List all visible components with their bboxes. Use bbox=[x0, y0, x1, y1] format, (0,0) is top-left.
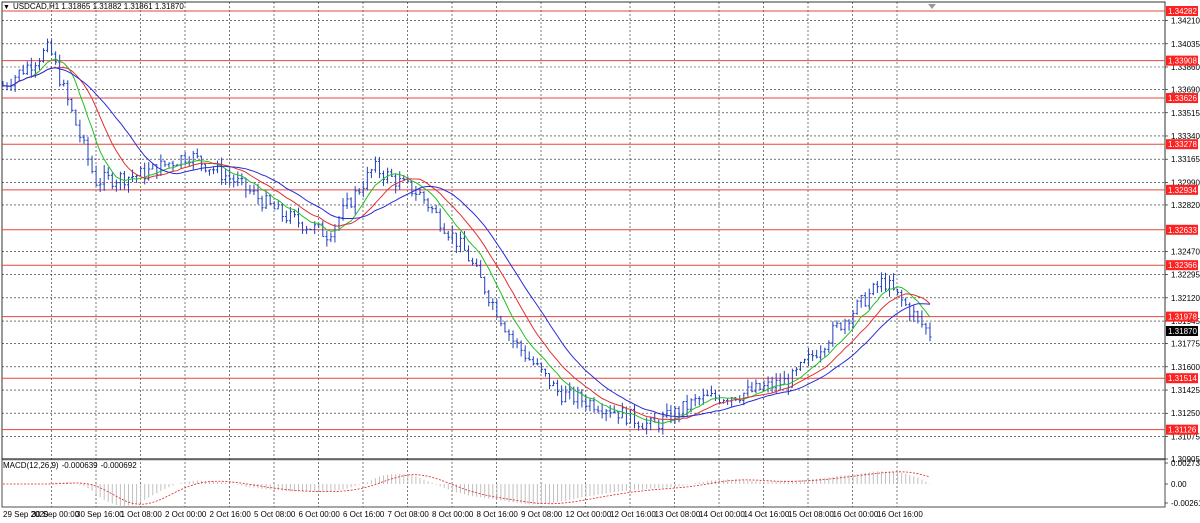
price-axis-label: 1.33515 bbox=[1171, 109, 1200, 118]
time-axis-label: 14 Oct 16:00 bbox=[744, 510, 790, 519]
price-axis-label: 1.34035 bbox=[1171, 40, 1200, 49]
macd-histogram bbox=[51, 471, 931, 506]
time-axis-label: 12 Oct 16:00 bbox=[610, 510, 656, 519]
time-axis-label: 6 Oct 00:00 bbox=[299, 510, 341, 519]
level-price-text: 1.31978 bbox=[1168, 313, 1197, 322]
macd-axis-label: -0.002612 bbox=[1171, 499, 1200, 508]
level-price-text: 1.33626 bbox=[1168, 94, 1197, 103]
time-axis-label: 12 Oct 00:00 bbox=[566, 510, 612, 519]
time-axis-label: 16 Oct 16:00 bbox=[877, 510, 923, 519]
price-axis-label: 1.31600 bbox=[1171, 363, 1200, 372]
level-price-text: 1.33908 bbox=[1168, 57, 1197, 66]
time-axis-label: 9 Oct 08:00 bbox=[521, 510, 563, 519]
time-axis-label: 8 Oct 16:00 bbox=[477, 510, 519, 519]
price-axis-label: 1.31425 bbox=[1171, 386, 1200, 395]
time-axis-label: 15 Oct 08:00 bbox=[788, 510, 834, 519]
time-axis-label: 2 Oct 00:00 bbox=[165, 510, 207, 519]
time-axis-label: 1 Oct 08:00 bbox=[121, 510, 163, 519]
current-price-text: 1.31870 bbox=[1168, 327, 1197, 336]
price-axis-label: 1.32470 bbox=[1171, 247, 1200, 256]
price-chart[interactable]: 29 Sep 202030 Sep 00:0030 Sep 16:001 Oct… bbox=[0, 0, 1200, 523]
level-price-text: 1.32366 bbox=[1168, 261, 1197, 270]
time-axis-label: 8 Oct 00:00 bbox=[432, 510, 474, 519]
level-price-text: 1.34282 bbox=[1168, 7, 1197, 16]
price-axis-label: 1.31250 bbox=[1171, 409, 1200, 418]
time-axis-label: 30 Sep 16:00 bbox=[76, 510, 124, 519]
time-axis-label: 30 Sep 00:00 bbox=[32, 510, 80, 519]
price-axis-label: 1.32295 bbox=[1171, 271, 1200, 280]
price-axis-label: 1.32820 bbox=[1171, 201, 1200, 210]
level-price-text: 1.33278 bbox=[1168, 140, 1197, 149]
macd-signal-line bbox=[3, 471, 931, 505]
price-axis-label: 1.33165 bbox=[1171, 155, 1200, 164]
level-price-text: 1.32934 bbox=[1168, 186, 1197, 195]
time-axis-label: 2 Oct 16:00 bbox=[210, 510, 252, 519]
chart-frame bbox=[1, 1, 1166, 508]
time-axis-label: 6 Oct 16:00 bbox=[343, 510, 385, 519]
price-axis-label: 1.34210 bbox=[1171, 17, 1200, 26]
price-axis-label: 1.32120 bbox=[1171, 294, 1200, 303]
shift-marker-icon bbox=[928, 4, 936, 9]
level-price-text: 1.32633 bbox=[1168, 226, 1197, 235]
ma-fast-line bbox=[2, 58, 931, 425]
ma-slow-line bbox=[2, 67, 931, 418]
macd-axis-label: 0.002739 bbox=[1171, 459, 1200, 468]
time-axis-label: 16 Oct 00:00 bbox=[833, 510, 879, 519]
level-price-text: 1.31514 bbox=[1168, 374, 1197, 383]
macd-axis-label: 0.00 bbox=[1171, 480, 1187, 489]
time-axis-label: 14 Oct 00:00 bbox=[699, 510, 745, 519]
price-axis-label: 1.31775 bbox=[1171, 340, 1200, 349]
level-price-text: 1.31126 bbox=[1168, 426, 1197, 435]
time-axis-label: 5 Oct 08:00 bbox=[254, 510, 296, 519]
time-axis-label: 13 Oct 08:00 bbox=[655, 510, 701, 519]
time-axis-label: 7 Oct 08:00 bbox=[388, 510, 430, 519]
